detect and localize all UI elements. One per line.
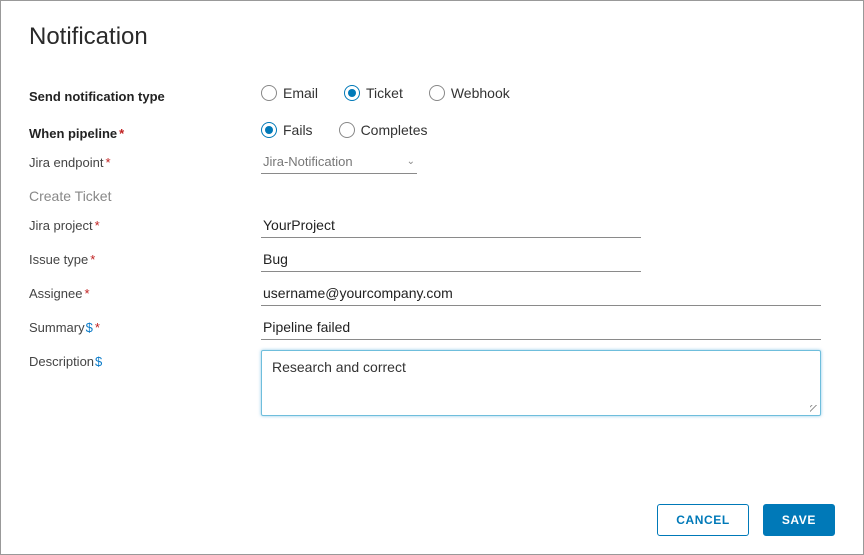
radio-completes[interactable]: Completes [339,122,428,138]
required-asterisk: * [119,126,124,141]
radio-circle-icon [344,85,360,101]
cancel-button[interactable]: CANCEL [657,504,749,536]
variable-icon: $ [86,320,93,335]
radio-fails[interactable]: Fails [261,122,313,138]
radio-ticket[interactable]: Ticket [344,85,403,101]
radio-webhook-label: Webhook [451,85,510,101]
radio-webhook[interactable]: Webhook [429,85,510,101]
radio-ticket-label: Ticket [366,85,403,101]
label-description-text: Description [29,354,94,369]
description-textarea[interactable]: Research and correct [261,350,821,416]
required-asterisk: * [95,218,100,233]
radio-circle-icon [429,85,445,101]
label-jira-project: Jira project* [29,214,261,233]
row-assignee: Assignee* [29,282,835,306]
row-jira-project: Jira project* [29,214,835,238]
row-issue-type: Issue type* [29,248,835,272]
required-asterisk: * [90,252,95,267]
label-jira-endpoint: Jira endpoint* [29,151,261,170]
jira-endpoint-value: Jira-Notification [263,154,353,169]
radio-group-send-type: Email Ticket Webhook [261,85,835,101]
label-when-pipeline-text: When pipeline [29,126,117,141]
issue-type-input[interactable] [261,248,641,272]
row-jira-endpoint: Jira endpoint* Jira-Notification ⌄ [29,151,835,174]
label-summary-text: Summary [29,320,85,335]
radio-fails-label: Fails [283,122,313,138]
jira-project-input[interactable] [261,214,641,238]
chevron-down-icon: ⌄ [407,156,415,167]
radio-email-label: Email [283,85,318,101]
label-description: Description$ [29,350,261,369]
page-title: Notification [29,23,835,51]
label-jira-endpoint-text: Jira endpoint [29,155,103,170]
row-send-type: Send notification type Email Ticket Webh… [29,85,835,104]
radio-circle-icon [261,122,277,138]
required-asterisk: * [84,286,89,301]
radio-completes-label: Completes [361,122,428,138]
row-when-pipeline: When pipeline* Fails Completes [29,122,835,141]
row-description: Description$ Research and correct [29,350,835,416]
label-assignee: Assignee* [29,282,261,301]
required-asterisk: * [105,155,110,170]
footer-actions: CANCEL SAVE [657,504,835,536]
radio-circle-icon [261,85,277,101]
variable-icon: $ [95,354,102,369]
radio-circle-icon [339,122,355,138]
label-summary: Summary$* [29,316,261,335]
notification-panel: Notification Send notification type Emai… [0,0,864,555]
radio-group-when-pipeline: Fails Completes [261,122,835,138]
label-issue-type-text: Issue type [29,252,88,267]
save-button[interactable]: SAVE [763,504,835,536]
jira-endpoint-select[interactable]: Jira-Notification ⌄ [261,151,417,174]
row-create-ticket: Create Ticket [29,184,835,204]
required-asterisk: * [95,320,100,335]
label-create-ticket: Create Ticket [29,184,261,204]
label-send-type: Send notification type [29,85,261,104]
summary-input[interactable] [261,316,821,340]
label-assignee-text: Assignee [29,286,82,301]
label-when-pipeline: When pipeline* [29,122,261,141]
assignee-input[interactable] [261,282,821,306]
label-issue-type: Issue type* [29,248,261,267]
label-jira-project-text: Jira project [29,218,93,233]
radio-email[interactable]: Email [261,85,318,101]
row-summary: Summary$* [29,316,835,340]
